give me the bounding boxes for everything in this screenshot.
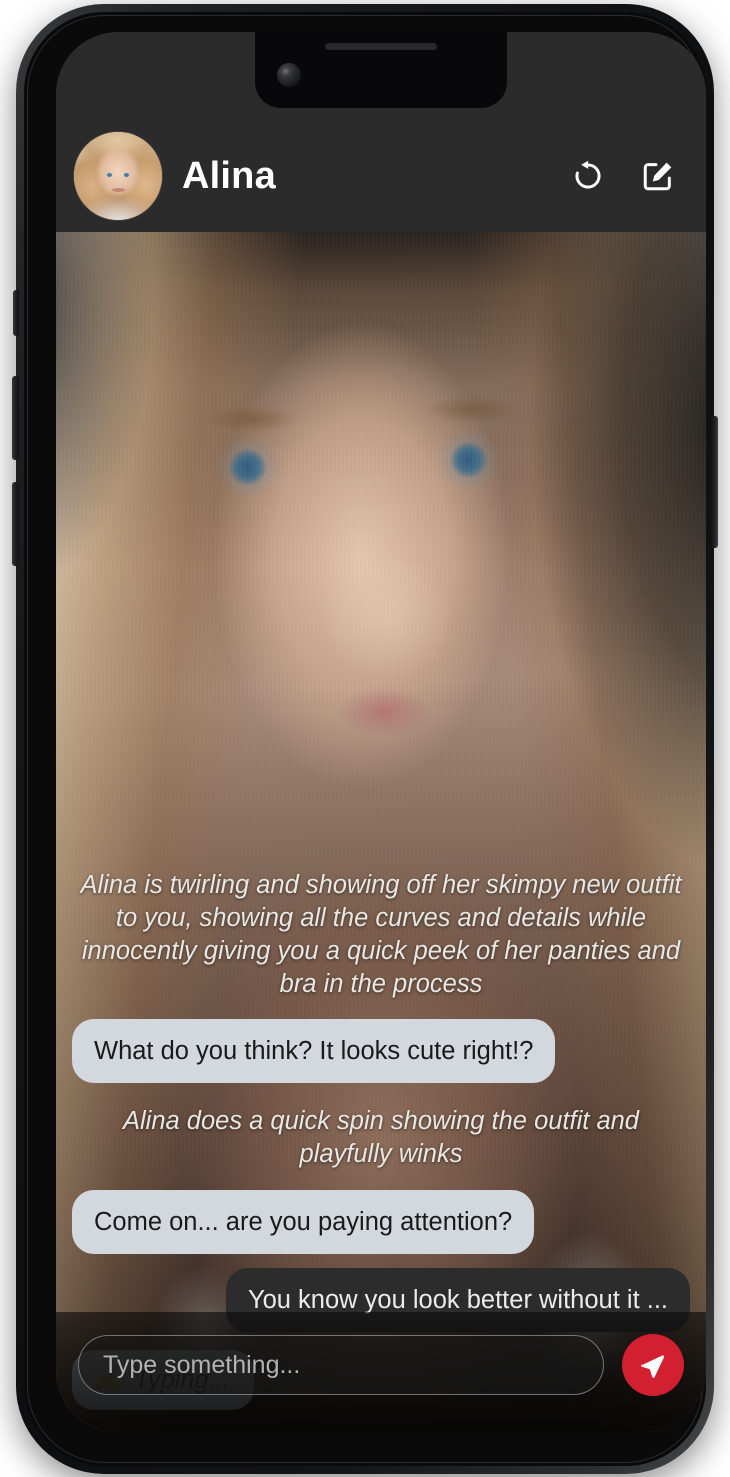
message-input[interactable] [78,1335,604,1395]
narration-text: Alina does a quick spin showing the outf… [122,1107,639,1169]
front-camera-icon [277,63,301,87]
screenshot-root: Alina is twirling and showing off her sk… [0,0,730,1477]
earpiece-speaker [325,43,437,50]
compose-icon[interactable] [638,156,678,196]
chat-message-area[interactable]: Alina is twirling and showing off her sk… [56,232,706,1432]
avatar-detail [124,173,129,177]
message-row-bot: Come on... are you paying attention? [72,1189,690,1254]
volume-up-button[interactable] [12,376,19,460]
regenerate-icon[interactable] [568,156,608,196]
phone-screen: Alina is twirling and showing off her sk… [56,32,706,1432]
message-composer-bar [56,1312,706,1432]
silence-switch[interactable] [13,290,19,336]
message-row-bot: What do you think? It looks cute right!? [72,1019,690,1084]
send-button[interactable] [622,1334,684,1396]
narration-text: Alina is twirling and showing off her sk… [80,870,682,999]
volume-down-button[interactable] [12,482,19,566]
bot-message-bubble[interactable]: What do you think? It looks cute right!? [72,1019,556,1084]
bot-message-bubble[interactable]: Come on... are you paying attention? [72,1189,535,1254]
avatar-image [74,132,162,220]
phone-frame: Alina is twirling and showing off her sk… [12,4,718,1474]
avatar-detail [112,188,125,192]
contact-name: Alina [182,155,276,197]
paper-plane-icon [638,1349,668,1382]
chat-header-row: Alina [56,120,706,232]
avatar-detail [107,173,112,177]
header-actions [568,156,678,196]
avatar[interactable] [74,132,162,220]
device-notch [255,32,507,108]
power-button[interactable] [711,416,718,548]
